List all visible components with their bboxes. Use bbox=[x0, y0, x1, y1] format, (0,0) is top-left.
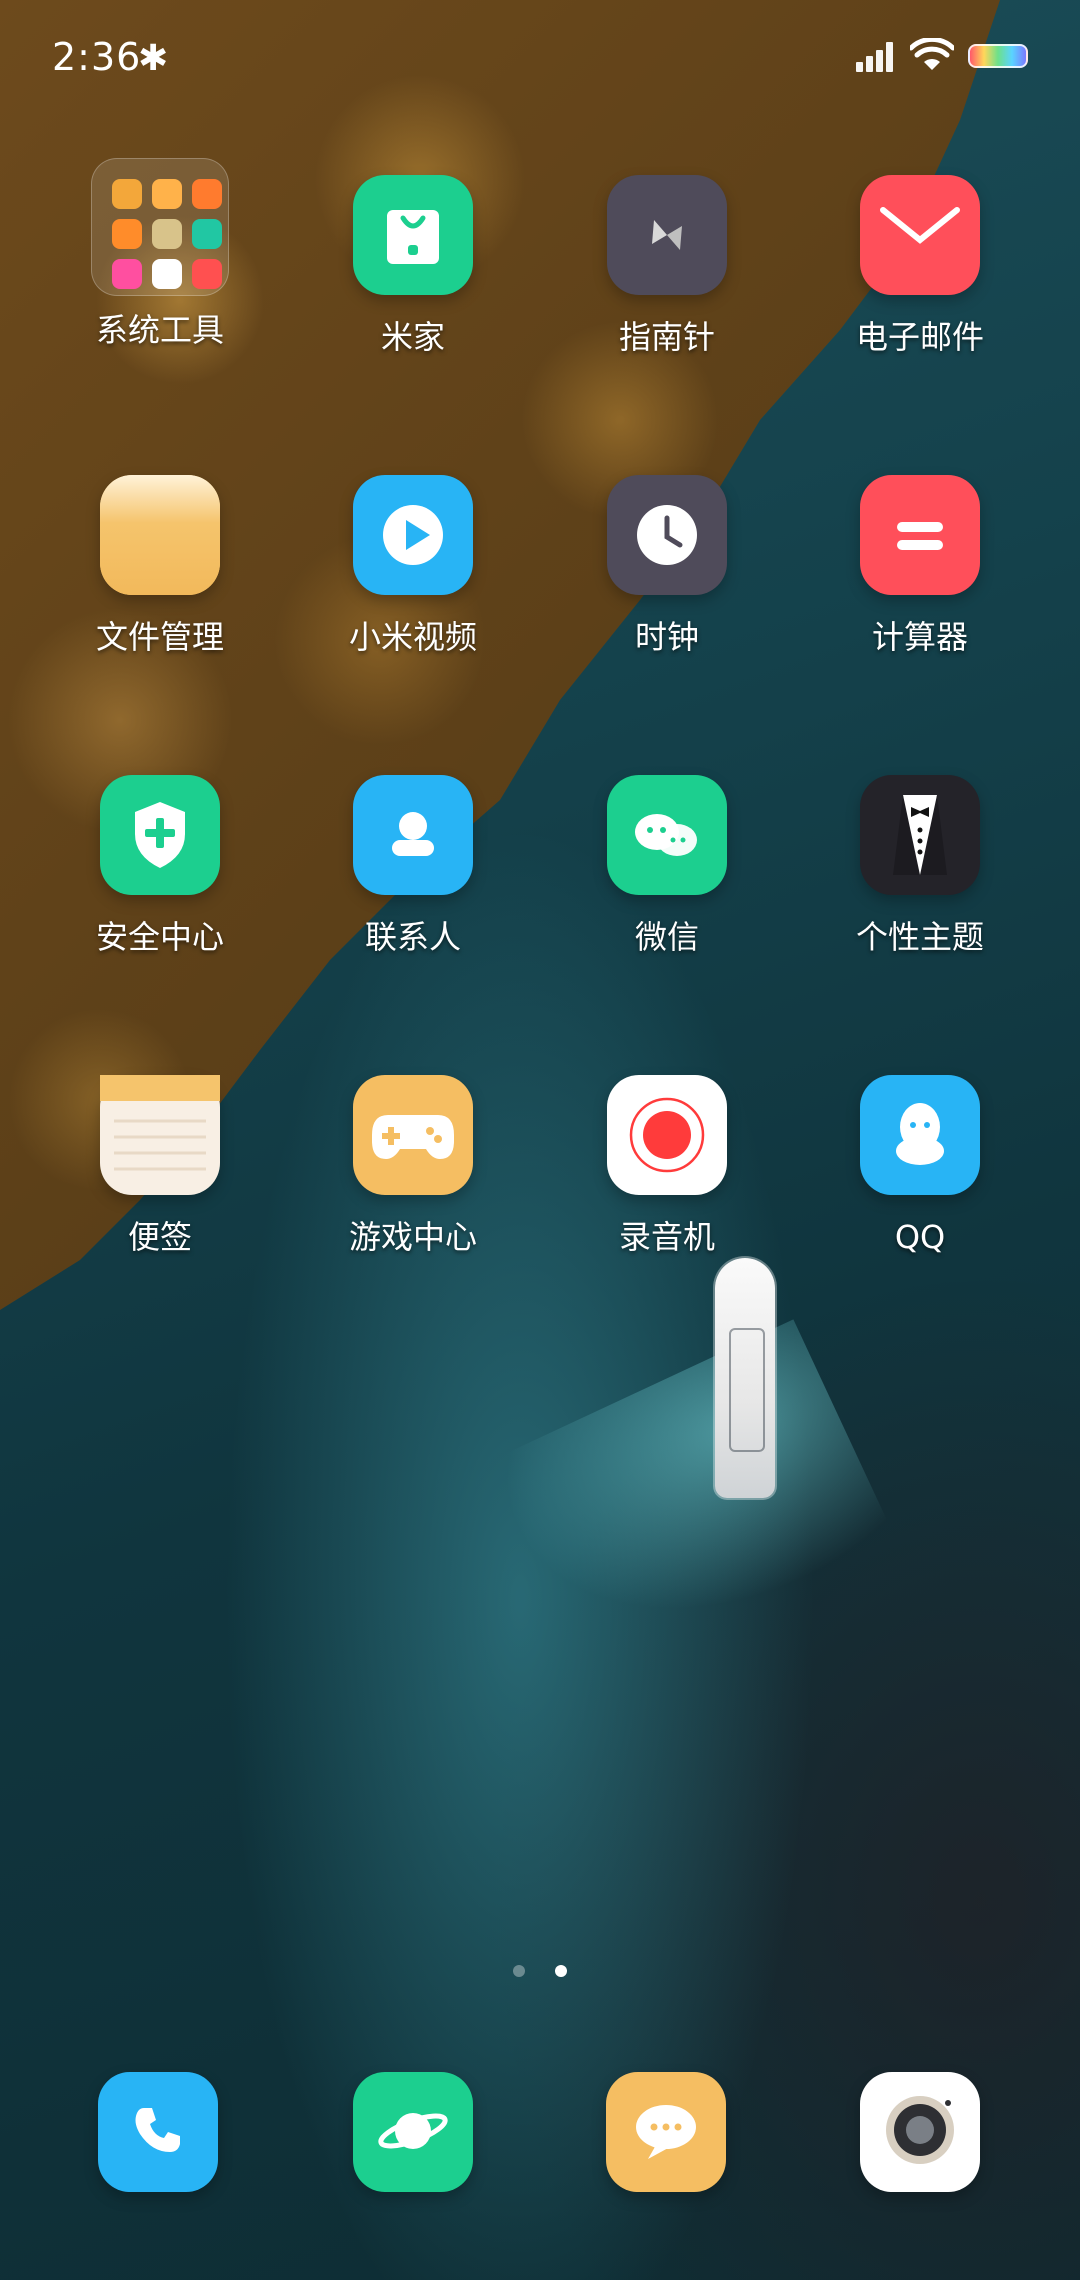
app-themes[interactable]: 个性主题 bbox=[810, 775, 1030, 957]
mijia-icon bbox=[353, 175, 473, 295]
compass-icon bbox=[607, 175, 727, 295]
phone-icon bbox=[126, 2098, 190, 2166]
app-label: 安全中心 bbox=[95, 918, 224, 956]
app-label: 米家 bbox=[380, 318, 445, 356]
app-label: 时钟 bbox=[634, 618, 699, 656]
dock-phone[interactable] bbox=[98, 2072, 218, 2192]
folder-icon[interactable] bbox=[91, 158, 229, 296]
app-label: 电子邮件 bbox=[855, 318, 984, 356]
app-label: 游戏中心 bbox=[348, 1218, 477, 1256]
file-manager-icon bbox=[100, 475, 220, 595]
browser-icon bbox=[373, 2095, 453, 2169]
page-indicator[interactable] bbox=[0, 1962, 1080, 1981]
app-recorder[interactable]: 录音机 bbox=[557, 1075, 777, 1257]
app-label: 联系人 bbox=[364, 918, 461, 956]
dock-browser[interactable] bbox=[353, 2072, 473, 2192]
mail-icon bbox=[860, 175, 980, 295]
app-notes[interactable]: 便签 bbox=[50, 1075, 270, 1257]
qq-icon bbox=[860, 1075, 980, 1195]
app-label: 小米视频 bbox=[348, 618, 477, 656]
app-qq[interactable]: QQ bbox=[810, 1075, 1030, 1257]
dock-messages[interactable] bbox=[606, 2072, 726, 2192]
app-label: 指南针 bbox=[618, 318, 715, 356]
app-email[interactable]: 电子邮件 bbox=[810, 175, 1030, 357]
camera-icon bbox=[875, 2085, 965, 2179]
clock-icon bbox=[607, 475, 727, 595]
app-contacts[interactable]: 联系人 bbox=[303, 775, 523, 957]
recorder-icon bbox=[607, 1075, 727, 1195]
app-wechat[interactable]: 微信 bbox=[557, 775, 777, 957]
app-label: 微信 bbox=[634, 918, 699, 956]
app-security-center[interactable]: 安全中心 bbox=[50, 775, 270, 957]
app-compass[interactable]: 指南针 bbox=[557, 175, 777, 357]
status-bar: 2:36 ✱ bbox=[0, 0, 1080, 120]
boat bbox=[715, 1258, 775, 1498]
app-label: 个性主题 bbox=[855, 918, 984, 956]
app-game-center[interactable]: 游戏中心 bbox=[303, 1075, 523, 1257]
app-mijia[interactable]: 米家 bbox=[303, 175, 523, 357]
app-system-tools-folder[interactable]: 系统工具 bbox=[50, 158, 270, 350]
app-clock[interactable]: 时钟 bbox=[557, 475, 777, 657]
app-label: 系统工具 bbox=[95, 311, 224, 349]
page-dot-1[interactable] bbox=[513, 1965, 526, 1977]
app-calculator[interactable]: 计算器 bbox=[810, 475, 1030, 657]
app-mi-video[interactable]: 小米视频 bbox=[303, 475, 523, 657]
messages-icon bbox=[626, 2097, 706, 2167]
app-label: 便签 bbox=[127, 1218, 192, 1256]
dock-camera[interactable] bbox=[860, 2072, 980, 2192]
signal-icon bbox=[856, 40, 898, 72]
game-icon bbox=[353, 1075, 473, 1195]
battery-icon bbox=[968, 44, 1028, 68]
video-icon bbox=[353, 475, 473, 595]
wifi-icon bbox=[908, 36, 956, 74]
app-label: 计算器 bbox=[871, 618, 968, 656]
bluetooth-icon: ✱ bbox=[138, 38, 169, 79]
app-label: QQ bbox=[894, 1218, 946, 1256]
theme-icon bbox=[860, 775, 980, 895]
app-label: 录音机 bbox=[618, 1218, 715, 1256]
status-time: 2:36 bbox=[52, 35, 142, 79]
page-dot-2-active[interactable] bbox=[554, 1965, 567, 1977]
notes-icon bbox=[100, 1075, 220, 1195]
calculator-icon bbox=[860, 475, 980, 595]
app-label: 文件管理 bbox=[95, 618, 224, 656]
app-file-manager[interactable]: 文件管理 bbox=[50, 475, 270, 657]
security-icon bbox=[100, 775, 220, 895]
wechat-icon bbox=[607, 775, 727, 895]
contacts-icon bbox=[353, 775, 473, 895]
